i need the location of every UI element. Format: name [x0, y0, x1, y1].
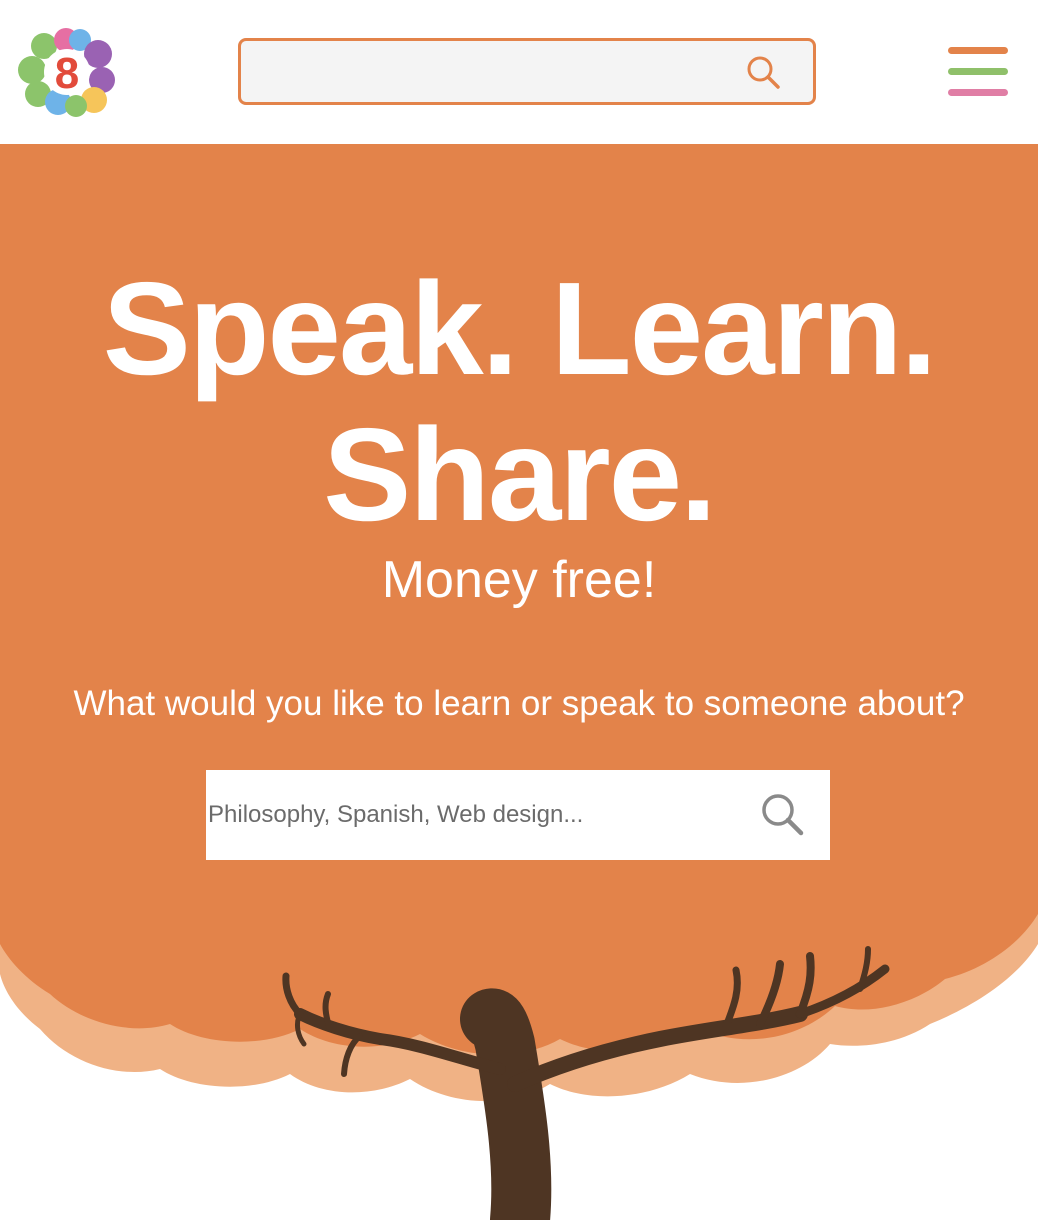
- hero-headline: Speak. Learn. Share.: [0, 256, 1038, 548]
- headline-line-2: Share.: [323, 401, 717, 548]
- hero-search-button[interactable]: [760, 792, 806, 838]
- hamburger-menu-button[interactable]: [946, 45, 1010, 99]
- hero-section: Speak. Learn. Share. Money free! What wo…: [0, 144, 1038, 1220]
- hero-subheadline: Money free!: [381, 551, 657, 609]
- logo-number: 8: [55, 49, 79, 98]
- hero-search-input[interactable]: [206, 770, 746, 860]
- hero-search-prompt: What would you like to learn or speak to…: [73, 684, 965, 723]
- brain-logo-icon: 8: [18, 28, 115, 117]
- hero-search-box: [206, 770, 830, 860]
- site-header: 8: [0, 0, 1038, 144]
- search-icon: [747, 56, 780, 89]
- search-icon: [762, 794, 804, 836]
- header-search-button[interactable]: [745, 54, 783, 92]
- logo-link[interactable]: 8: [18, 26, 116, 118]
- header-search-input[interactable]: [251, 49, 731, 94]
- headline-line-1: Speak. Learn.: [102, 255, 937, 402]
- header-search-box: [238, 38, 816, 105]
